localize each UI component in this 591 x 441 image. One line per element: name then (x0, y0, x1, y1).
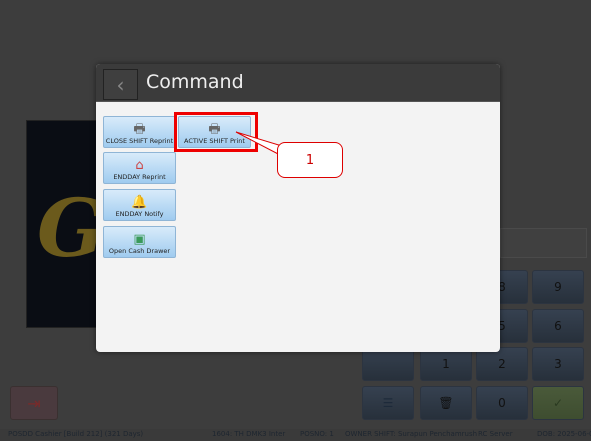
callout-label: 1 (305, 152, 315, 168)
callout-pointer (235, 131, 283, 157)
annotation-callout: 1 (277, 142, 343, 178)
